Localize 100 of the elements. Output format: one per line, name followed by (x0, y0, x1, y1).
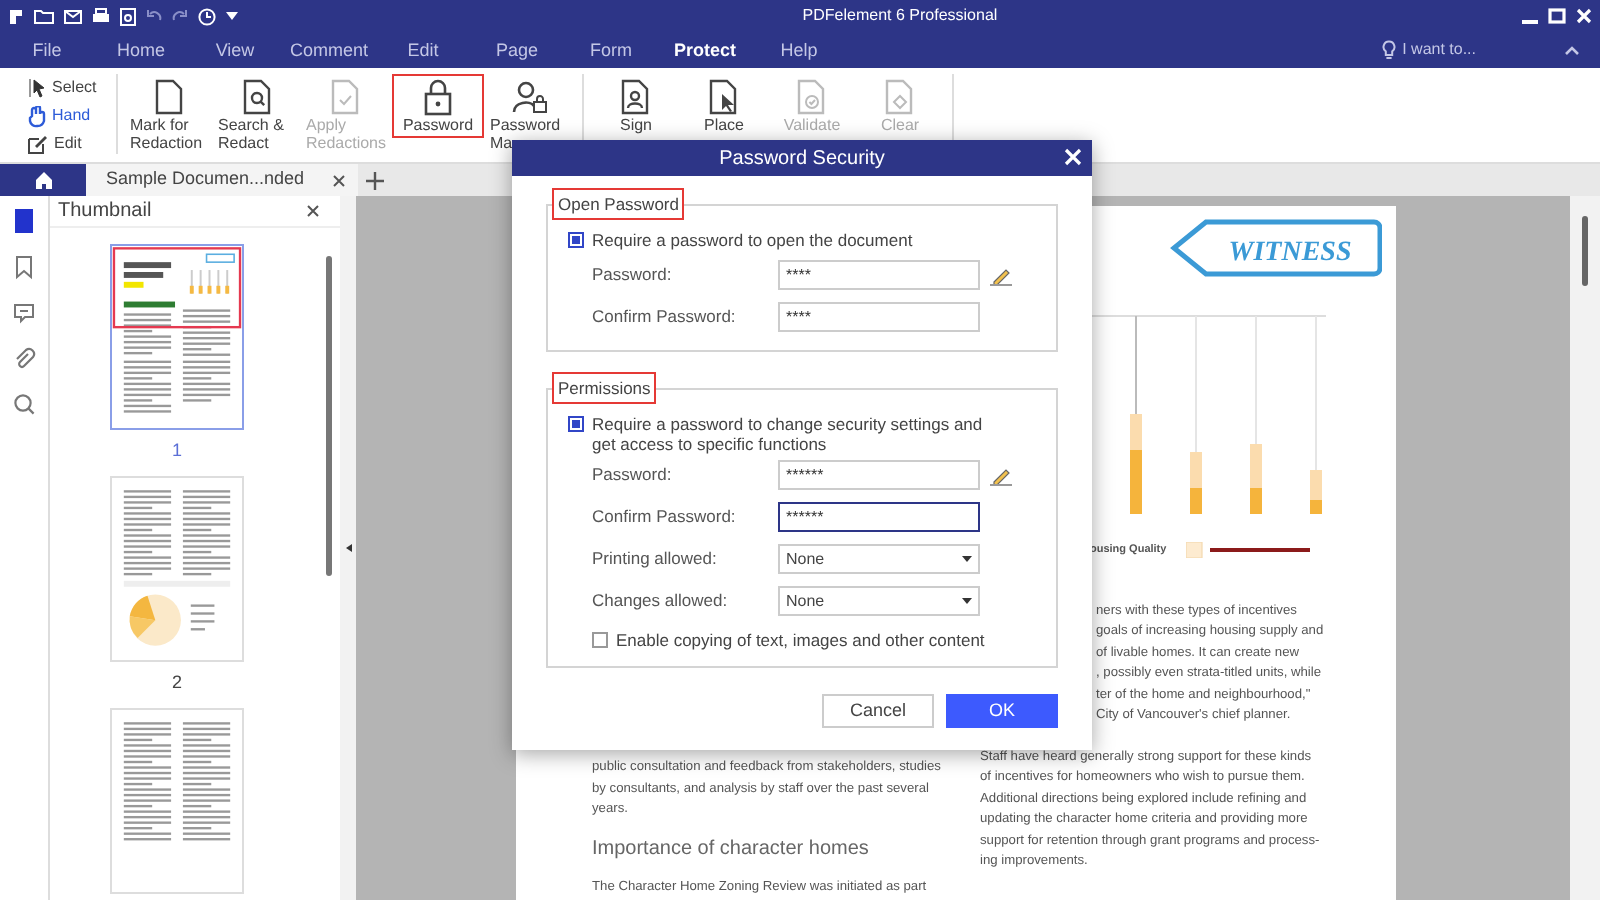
legend-swatch-drawing (1186, 542, 1311, 559)
checkbox[interactable] (568, 416, 584, 432)
field-label: Confirm Password: (592, 304, 738, 330)
document-icon (152, 78, 188, 116)
menu-tab[interactable]: Protect (658, 35, 752, 65)
undo-icon[interactable] (146, 8, 162, 24)
ribbon-button[interactable]: Password Ma (488, 74, 572, 156)
validate-document-icon (794, 78, 830, 116)
close-icon[interactable] (306, 204, 320, 218)
clear-document-icon (882, 78, 918, 116)
menu-tab[interactable]: Form (564, 35, 658, 65)
close-icon[interactable] (332, 173, 347, 187)
pages-icon (12, 208, 36, 234)
check-document-icon (328, 78, 364, 116)
checkbox[interactable] (568, 232, 584, 248)
home-icon (33, 170, 53, 190)
ok-button[interactable]: OK (946, 694, 1058, 728)
password-field[interactable]: ****** (778, 460, 980, 490)
password-field[interactable]: **** (778, 260, 980, 290)
sign-document-icon (618, 78, 654, 116)
menu-tab[interactable]: Help (752, 35, 846, 65)
history-icon[interactable] (198, 7, 216, 25)
tool-button[interactable]: Edit (28, 130, 108, 158)
field-label: Confirm Password: (592, 504, 738, 530)
dropdown[interactable]: None (778, 586, 980, 616)
scrollbar[interactable] (326, 256, 332, 576)
heading: Importance of character homes (592, 839, 871, 860)
field-label: Password: (592, 462, 674, 488)
app-logo-icon (8, 7, 24, 25)
field-label: Printing allowed: (592, 546, 719, 572)
checkbox-label: Enable copying of text, images and other content (616, 630, 985, 650)
checkbox[interactable] (592, 632, 608, 648)
search-prompt[interactable]: I want to... (1402, 38, 1476, 62)
ribbon-button[interactable]: Sign (594, 74, 678, 138)
search-icon (12, 392, 36, 418)
pencil-icon[interactable] (990, 265, 1012, 285)
bookmark-icon (12, 254, 36, 280)
pencil-icon[interactable] (990, 465, 1012, 485)
tool-button[interactable]: Select (28, 74, 108, 102)
witness-stamp: WITNESS (1170, 218, 1382, 278)
cancel-button[interactable]: Cancel (822, 694, 934, 728)
menu-tab[interactable]: Comment (282, 35, 376, 65)
chart-bar (1190, 452, 1202, 514)
maximize-icon[interactable] (1548, 8, 1566, 24)
dialog-title: Password Security (719, 145, 885, 173)
menu-tab[interactable]: View (188, 35, 282, 65)
mail-icon[interactable] (64, 8, 82, 24)
ribbon-button[interactable]: Place (682, 74, 766, 138)
group-legend: Open Password (552, 188, 685, 220)
lock-icon (420, 78, 456, 116)
checkbox-label: Require a password to open the document (592, 230, 913, 250)
field-label: Changes allowed: (592, 588, 730, 614)
field-label: Password: (592, 262, 674, 288)
chart-bar (1130, 414, 1142, 514)
tool-button[interactable]: Hand (28, 102, 108, 130)
panel-title: Thumbnail (58, 198, 152, 226)
sidebar-tab[interactable] (12, 254, 36, 280)
checkbox-label: Require a password to change security settings and get access to specific functions (592, 414, 985, 454)
menu-tab[interactable]: File (0, 35, 94, 65)
chart-bar (1250, 444, 1262, 514)
lightbulb-icon (1382, 40, 1397, 60)
ribbon-button[interactable]: Search & Redact (216, 74, 300, 156)
folder-icon[interactable] (34, 8, 54, 24)
dropdown-icon[interactable] (226, 10, 238, 22)
sidebar-tab[interactable] (12, 346, 36, 372)
window-title: PDFelement 6 Professional (800, 4, 1000, 28)
password-field[interactable]: **** (778, 302, 980, 332)
hand-icon (28, 105, 46, 127)
collapse-icon[interactable] (1564, 44, 1580, 56)
paperclip-icon (12, 346, 36, 372)
close-button[interactable] (1064, 144, 1082, 170)
sidebar-tab[interactable] (12, 392, 36, 418)
password-field[interactable]: ****** (778, 502, 980, 532)
add-tab-icon[interactable] (366, 171, 385, 189)
place-document-icon (706, 78, 742, 116)
search-document-icon (240, 78, 276, 116)
home-button[interactable] (0, 164, 86, 196)
sidebar-tab[interactable] (12, 300, 36, 326)
preview-icon[interactable] (120, 7, 136, 25)
menu-tab[interactable]: Page (470, 35, 564, 65)
menu-tab[interactable]: Home (94, 35, 188, 65)
scrollbar[interactable] (1582, 216, 1588, 286)
ribbon-button[interactable]: Password (392, 74, 484, 138)
page-number: 1 (171, 440, 182, 460)
cursor-icon (28, 78, 46, 98)
menu-tab[interactable]: Edit (376, 35, 470, 65)
caret-icon (962, 598, 972, 604)
comment-icon (12, 300, 36, 326)
redo-icon[interactable] (172, 8, 188, 24)
user-lock-icon (512, 78, 548, 116)
document-tab[interactable]: Sample Documen...nded (86, 164, 359, 196)
page-number: 2 (171, 672, 182, 692)
caret-icon (962, 556, 972, 562)
print-icon[interactable] (92, 8, 110, 24)
ribbon-button[interactable]: Mark for Redaction (128, 74, 212, 156)
sidebar-tab[interactable] (12, 208, 36, 234)
page-thumbnail[interactable] (110, 244, 244, 430)
chart-bar (1310, 470, 1322, 514)
dropdown[interactable]: None (778, 544, 980, 574)
collapse-arrow-icon[interactable] (345, 544, 351, 552)
